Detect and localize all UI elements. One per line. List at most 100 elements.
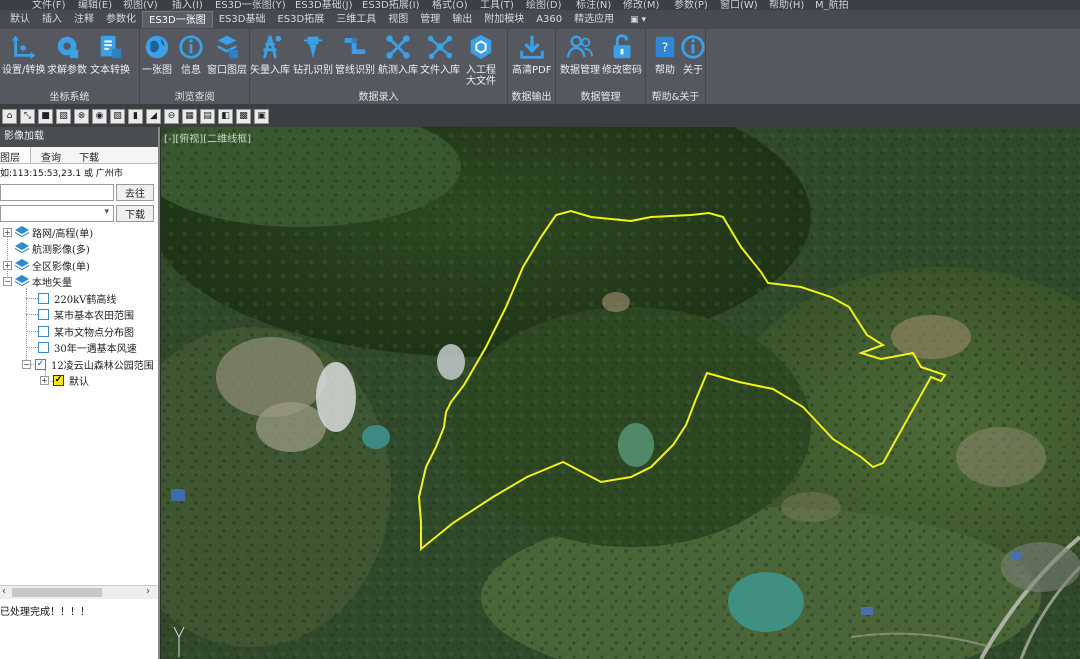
menu-item[interactable]: 参数(P) <box>674 0 708 10</box>
tree-node-fullarea[interactable]: + 全区影像(单) <box>3 257 90 273</box>
expand-icon[interactable]: + <box>3 227 12 237</box>
menu-item[interactable]: 文件(F) <box>32 0 66 10</box>
quick-tool-icon[interactable]: ▨ <box>56 108 71 124</box>
menu-item[interactable]: 视图(V) <box>123 0 158 10</box>
quick-tool-icon[interactable]: ▣ <box>254 108 269 124</box>
menu-item[interactable]: 绘图(D) <box>526 0 562 10</box>
layer-item[interactable]: 某市文物点分布图 <box>38 323 134 339</box>
ribbon-button[interactable]: 信息 <box>176 31 206 89</box>
ribbon-button[interactable]: 钻孔识别 <box>293 31 333 89</box>
download-button[interactable]: 下载 <box>116 204 154 222</box>
quick-tool-icon[interactable]: ▤ <box>200 108 215 124</box>
scroll-left-icon[interactable]: ‹ <box>2 586 6 597</box>
ribbon-button[interactable]: 管线识别 <box>335 31 375 89</box>
quick-tool-icon[interactable]: ▩ <box>236 108 251 124</box>
quick-tool-icon[interactable]: ◧ <box>218 108 233 124</box>
tab-layers[interactable]: 图层 <box>0 147 31 164</box>
ribbon-button[interactable]: ? 帮助 <box>650 31 680 89</box>
layer-checkbox[interactable] <box>38 292 49 304</box>
ribbon-button[interactable]: 设置/转换 <box>2 31 45 89</box>
ribbon-tab[interactable]: 插入 <box>36 11 68 28</box>
scroll-right-icon[interactable]: › <box>146 586 150 597</box>
ribbon-tab[interactable]: 默认 <box>4 11 36 28</box>
layer-checkbox[interactable] <box>38 308 49 320</box>
menu-item[interactable]: 工具(T) <box>480 0 514 10</box>
ribbon-button[interactable]: 文件入库 <box>420 31 460 89</box>
layer-item[interactable]: 220kV鹤高线 <box>38 290 116 306</box>
go-button[interactable]: 去往 <box>116 183 154 201</box>
layer-item[interactable]: 某市基本农田范围 <box>38 306 134 322</box>
tab-download[interactable]: 下载 <box>69 147 107 164</box>
ribbon-button[interactable]: 矢量入库 <box>250 31 290 89</box>
ribbon-tab[interactable]: A360 <box>530 11 568 28</box>
ribbon-button[interactable]: 窗口图层 <box>207 31 247 89</box>
quick-tool-icon[interactable]: ⤡ <box>20 108 35 124</box>
ribbon-tab[interactable]: 三维工具 <box>330 11 382 28</box>
view-mode-label[interactable]: [-][俯视][二维线框] <box>164 130 251 145</box>
ribbon-tab[interactable]: 输出 <box>446 11 478 28</box>
source-select[interactable]: ▾ <box>0 204 114 222</box>
quick-tool-icon[interactable]: ⊖ <box>164 108 179 124</box>
quick-tool-icon[interactable]: ▮ <box>128 108 143 124</box>
ribbon-button-label: 关于 <box>683 65 703 76</box>
quick-tool-icon[interactable]: ▧ <box>110 108 125 124</box>
ribbon-tab[interactable]: ES3D拓展 <box>271 11 330 28</box>
location-input[interactable] <box>0 183 114 201</box>
tree-node-roadnet[interactable]: + 路网/高程(单) <box>3 224 93 240</box>
layer-checkbox[interactable] <box>38 325 49 337</box>
quick-tool-icon[interactable]: ⊗ <box>74 108 89 124</box>
ribbon-button[interactable]: 数据管理 <box>560 31 600 89</box>
tab-query[interactable]: 查询 <box>31 147 69 164</box>
ribbon-tab[interactable]: 注释 <box>68 11 100 28</box>
layer-group-icon <box>15 259 29 270</box>
expand-icon[interactable]: + <box>3 260 12 270</box>
ribbon-button[interactable]: 修改密码 <box>602 31 642 89</box>
tree-node-aerial[interactable]: 航测影像(多) <box>15 240 90 256</box>
quick-tool-icon[interactable]: ◉ <box>92 108 107 124</box>
menu-item[interactable]: ES3D拓展(I) <box>362 0 419 10</box>
layer-checkbox[interactable] <box>38 341 49 353</box>
horizontal-scrollbar[interactable]: ‹ › <box>0 585 158 599</box>
ribbon-button[interactable]: 文本转换 <box>90 31 130 89</box>
ribbon-tab[interactable]: 精选应用 <box>568 11 620 28</box>
ribbon-tab[interactable]: 管理 <box>414 11 446 28</box>
quick-tool-icon[interactable]: ■ <box>38 108 53 124</box>
scroll-thumb[interactable] <box>12 588 102 597</box>
menu-item[interactable]: ES3D一张图(Y) <box>215 0 286 10</box>
ribbon-button[interactable]: 入工程 大文件 <box>466 31 496 89</box>
ribbon-tab[interactable]: ES3D基础 <box>213 11 272 28</box>
layer-checkbox-checked[interactable]: ✓ <box>35 358 46 370</box>
collapse-icon[interactable]: − <box>3 276 12 286</box>
style-item[interactable]: + ✓ 默认 <box>40 372 89 388</box>
menu-item[interactable]: ES3D基础(J) <box>295 0 352 10</box>
menu-item[interactable]: 帮助(H) <box>769 0 804 10</box>
ribbon-button[interactable]: 高清PDF <box>512 31 551 89</box>
menu-item[interactable]: 修改(M) <box>623 0 659 10</box>
layer-item[interactable]: − ✓ 12凌云山森林公园范围 <box>22 356 154 372</box>
ribbon-button[interactable]: 一张图 <box>142 31 172 89</box>
ribbon-toggle-icon[interactable]: ▣ ▾ <box>630 15 646 25</box>
collapse-icon[interactable]: − <box>22 359 31 369</box>
ribbon-button[interactable]: 求解参数 <box>47 31 87 89</box>
menu-item[interactable]: 标注(N) <box>576 0 611 10</box>
menu-item[interactable]: 编辑(E) <box>78 0 112 10</box>
layer-item[interactable]: 30年一遇基本风速 <box>38 339 137 355</box>
quick-tool-icon[interactable]: ▦ <box>182 108 197 124</box>
menu-item[interactable]: M_航拍 <box>815 0 849 10</box>
tree-node-localvector[interactable]: − 本地矢量 <box>3 273 72 289</box>
menu-item[interactable]: 格式(O) <box>432 0 468 10</box>
ribbon-button[interactable]: 航测入库 <box>378 31 418 89</box>
style-checkbox[interactable]: ✓ <box>53 374 64 386</box>
expand-icon[interactable]: + <box>40 375 49 385</box>
ribbon-tab[interactable]: 附加模块 <box>478 11 530 28</box>
quick-tool-icon[interactable]: ◢ <box>146 108 161 124</box>
menu-item[interactable]: 插入(I) <box>172 0 203 10</box>
ribbon-tab[interactable]: 参数化 <box>100 11 142 28</box>
ribbon-tab[interactable]: 视图 <box>382 11 414 28</box>
menu-item[interactable]: 窗口(W) <box>720 0 758 10</box>
quick-tool-icon[interactable]: ⌂ <box>2 108 17 124</box>
ribbon-button[interactable]: 关于 <box>678 31 708 89</box>
ribbon-tab[interactable]: ES3D一张图 <box>142 11 213 28</box>
ribbon-group-title: 数据输出 <box>511 92 552 103</box>
map-viewport[interactable] <box>161 127 1080 659</box>
